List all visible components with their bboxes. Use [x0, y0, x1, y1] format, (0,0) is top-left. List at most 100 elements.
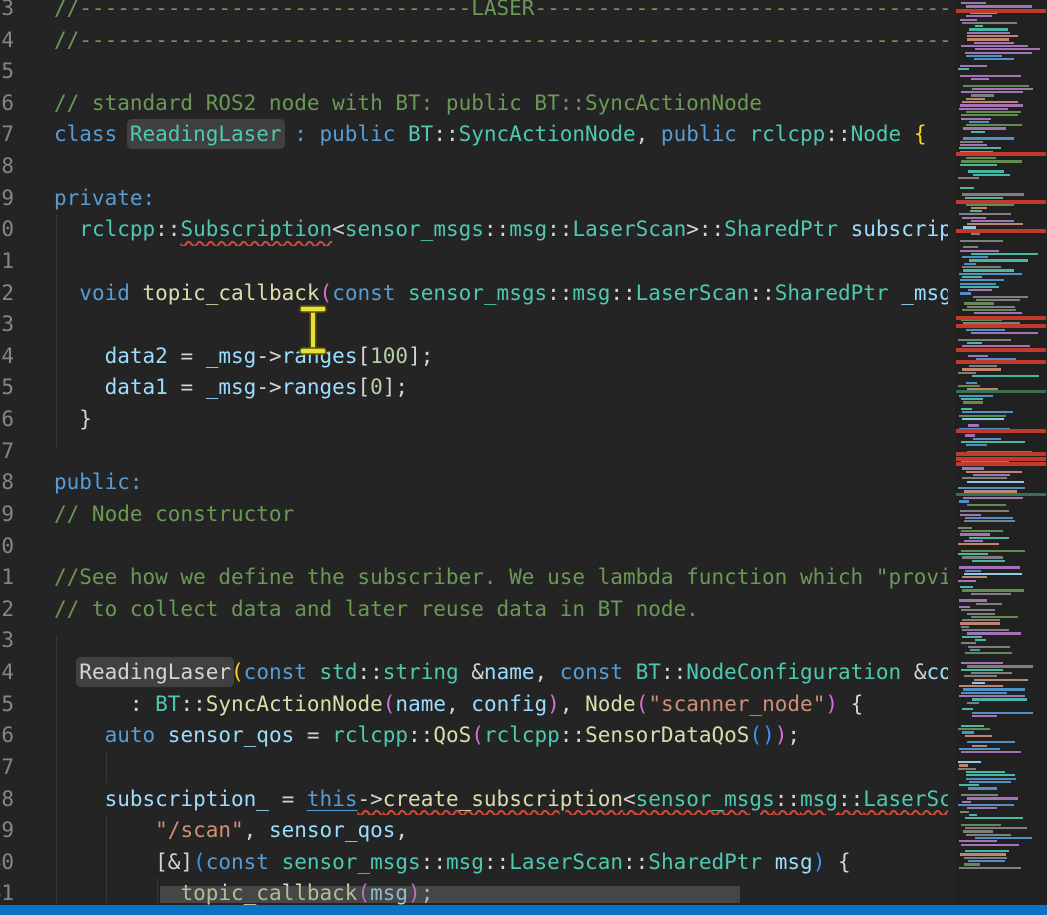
code-token [54, 375, 105, 399]
minimap-code-mark [970, 649, 980, 651]
code-line[interactable]: 32// to collect data and later reuse dat… [0, 594, 948, 626]
code-token: [ [357, 344, 370, 368]
code-line[interactable]: 14//------------------------------------… [0, 25, 948, 57]
code-line[interactable]: 27 [0, 436, 948, 468]
line-number[interactable]: 32 [0, 594, 14, 626]
minimap-code-mark [961, 751, 1021, 753]
line-number[interactable]: 30 [0, 531, 14, 563]
code-line[interactable]: 34 ReadingLaser(const std::string &name,… [0, 657, 948, 689]
line-number[interactable]: 27 [0, 436, 14, 468]
minimap-code-mark [960, 510, 1009, 512]
minimap-code-mark [958, 761, 981, 763]
line-number[interactable]: 15 [0, 56, 14, 88]
code-line[interactable]: 22 void topic_callback(const sensor_msgs… [0, 278, 948, 310]
code-token: :: [180, 692, 205, 716]
code-token: SyncActionNode [206, 692, 383, 716]
minimap-code-mark [966, 55, 1002, 57]
line-number[interactable]: 29 [0, 499, 14, 531]
line-number[interactable]: 17 [0, 119, 14, 151]
code-line[interactable]: 18 [0, 151, 948, 183]
line-number[interactable]: 39 [0, 815, 14, 847]
minimap-code-mark [960, 853, 1006, 855]
code-line[interactable]: 33 [0, 625, 948, 657]
minimap-code-mark [967, 665, 1033, 667]
code-line[interactable]: 20 rclcpp::Subscription<sensor_msgs::msg… [0, 214, 948, 246]
minimap-code-mark [961, 530, 1003, 532]
code-token: :: [408, 723, 433, 747]
minimap-code-mark [959, 500, 969, 502]
code-line[interactable]: 25 data1 = _msg->ranges[0]; [0, 372, 948, 404]
minimap-code-mark [961, 398, 983, 400]
code-token: < [332, 217, 345, 241]
minimap-code-mark [961, 441, 1025, 443]
line-number[interactable]: 13 [0, 0, 14, 25]
line-number[interactable]: 23 [0, 309, 14, 341]
line-number[interactable]: 26 [0, 404, 14, 436]
line-number[interactable]: 14 [0, 25, 14, 57]
line-number[interactable]: 35 [0, 689, 14, 721]
code-line[interactable]: 31//See how we define the subscriber. We… [0, 562, 948, 594]
code-line[interactable]: 30 [0, 531, 948, 563]
minimap[interactable] [955, 0, 1047, 905]
code-line[interactable]: 37 [0, 752, 948, 784]
minimap-code-mark [975, 639, 986, 641]
minimap-code-mark [967, 741, 1015, 743]
code-line[interactable]: 16 // standard ROS2 node with BT: public … [0, 88, 948, 120]
code-text: rclcpp::Subscription<sensor_msgs::msg::L… [54, 214, 948, 246]
line-number[interactable]: 25 [0, 372, 14, 404]
code-token: // standard ROS2 node with BT: public BT… [54, 91, 762, 115]
code-token: create_subscription [383, 787, 623, 811]
line-number[interactable]: 37 [0, 752, 14, 784]
line-number[interactable]: 38 [0, 784, 14, 816]
code-line[interactable]: 38 subscription_ = this->create_subscrip… [0, 784, 948, 816]
code-token: name [484, 660, 535, 684]
line-number[interactable]: 18 [0, 151, 14, 183]
line-number[interactable]: 21 [0, 246, 14, 278]
code-text: private: [54, 183, 155, 215]
minimap-code-mark [965, 827, 1027, 829]
code-token: msg [446, 850, 484, 874]
minimap-code-mark [960, 514, 981, 516]
minimap-code-mark [969, 365, 997, 367]
code-line[interactable]: 21 [0, 246, 948, 278]
line-number[interactable]: 31 [0, 562, 14, 594]
code-line[interactable]: 23 [0, 309, 948, 341]
code-line[interactable]: 24 data2 = _msg->ranges[100]; [0, 341, 948, 373]
code-line[interactable]: 19 private: [0, 183, 948, 215]
code-line[interactable]: 29// Node constructor [0, 499, 948, 531]
line-number[interactable]: 20 [0, 214, 14, 246]
minimap-code-mark [960, 811, 969, 813]
line-number[interactable]: 22 [0, 278, 14, 310]
code-line[interactable]: 36 auto sensor_qos = rclcpp::QoS(rclcpp:… [0, 720, 948, 752]
code-token: topic_callback [143, 281, 320, 305]
line-number[interactable]: 28 [0, 467, 14, 499]
code-token: this [307, 787, 358, 811]
code-line[interactable]: 13//-------------------------------LASER… [0, 0, 948, 25]
minimap-code-mark [961, 844, 1019, 846]
minimap-code-mark [971, 616, 1018, 618]
line-number[interactable]: 16 [0, 88, 14, 120]
line-number[interactable]: 19 [0, 183, 14, 215]
minimap-error-mark [956, 462, 1046, 466]
minimap-code-mark [962, 101, 1018, 103]
code-line[interactable]: 35 : BT::SyncActionNode(name, config), N… [0, 689, 948, 721]
line-number[interactable]: 24 [0, 341, 14, 373]
line-number[interactable]: 36 [0, 720, 14, 752]
minimap-code-mark [958, 339, 1011, 341]
code-line[interactable]: 40 [&](const sensor_msgs::msg::LaserScan… [0, 847, 948, 879]
code-line[interactable]: 28public: [0, 467, 948, 499]
code-line[interactable]: 39 "/scan", sensor_qos, [0, 815, 948, 847]
code-line[interactable]: 26 } [0, 404, 948, 436]
code-line[interactable]: 15 [0, 56, 948, 88]
minimap-code-mark [966, 444, 987, 446]
code-line[interactable]: 17class ReadingLaser : public BT::SyncAc… [0, 119, 948, 151]
line-number[interactable]: 33 [0, 625, 14, 657]
code-token: , [446, 692, 471, 716]
code-token: 0 [370, 375, 383, 399]
line-number[interactable]: 34 [0, 657, 14, 689]
horizontal-scrollbar[interactable] [160, 886, 740, 903]
line-number[interactable]: 40 [0, 847, 14, 879]
minimap-code-mark [962, 708, 973, 710]
code-token: sensor_msgs [408, 281, 547, 305]
code-text: data2 = _msg->ranges[100]; [54, 341, 433, 373]
